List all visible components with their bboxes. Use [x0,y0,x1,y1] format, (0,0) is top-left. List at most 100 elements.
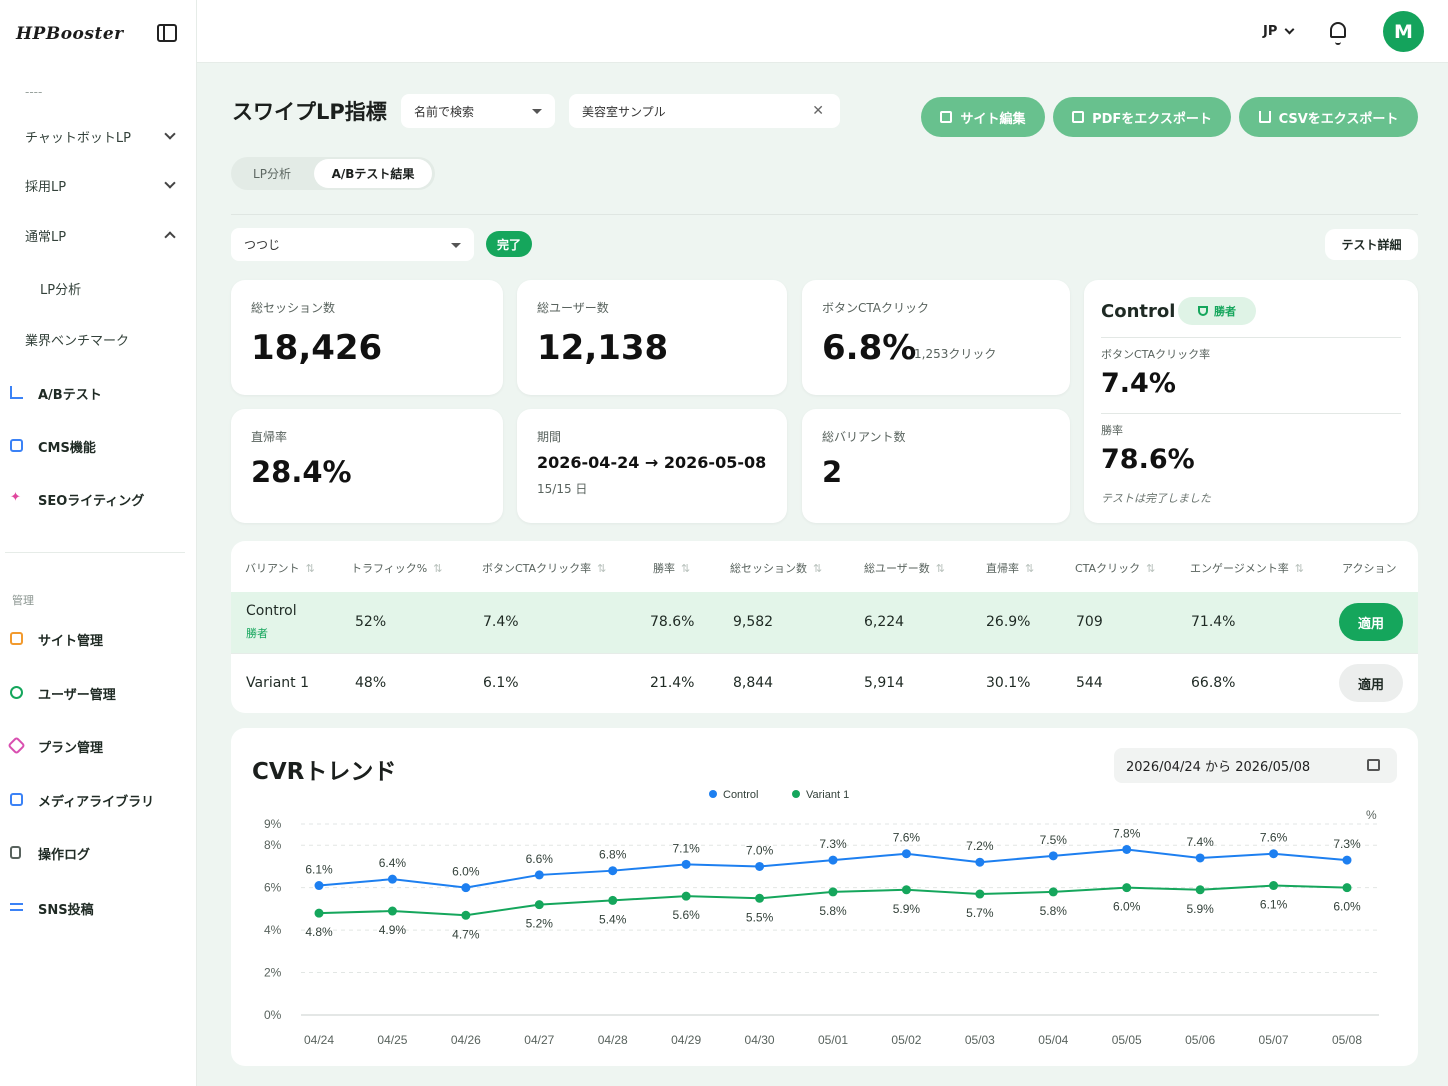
chart-icon [10,386,23,399]
cell-clicks: 709 [1076,614,1103,630]
list-icon [10,903,23,911]
sidebar-item-chatbot-lp[interactable]: チャットボットLP [0,116,197,156]
sidebar-item-site-admin[interactable]: サイト管理 [0,619,197,659]
table-header[interactable]: 総セッション数 ⇅ [730,560,822,576]
stat-label: ボタンCTAクリック [822,301,929,315]
data-point [828,855,838,865]
data-label: 5.9% [893,902,921,916]
table-header[interactable]: 勝率 ⇅ [653,560,690,576]
chevron-up-icon [164,231,176,243]
data-point [755,893,765,903]
data-point [1195,853,1205,863]
data-label: 6.0% [1333,900,1361,914]
table-header[interactable]: 総ユーザー数 ⇅ [864,560,945,576]
data-label: 6.0% [1113,900,1141,914]
sidebar-item-media[interactable]: メディアライブラリ [0,780,197,820]
data-label: 7.6% [1260,831,1288,845]
test-detail-button[interactable]: テスト詳細 [1325,229,1418,260]
language-selector[interactable]: JP [1263,24,1277,39]
export-pdf-button[interactable]: PDFをエクスポート [1053,97,1231,137]
sidebar-item-logs[interactable]: 操作ログ [0,833,197,873]
data-point [681,891,691,901]
x-tick-label: 04/30 [745,1033,775,1047]
data-label: 4.7% [452,927,480,941]
data-label: 7.0% [746,843,774,857]
data-point [901,885,911,895]
cell-cta-rate: 7.4% [483,614,519,630]
cell-sessions: 9,582 [733,614,774,630]
sidebar-item-label: 採用LP [25,179,67,195]
table-header[interactable]: ボタンCTAクリック率 ⇅ [482,560,606,576]
avatar[interactable]: M [1383,11,1424,52]
tab-lp-analysis[interactable]: LP分析 [235,159,309,188]
export-csv-button[interactable]: CSVをエクスポート [1239,97,1418,137]
cell-win: 78.6% [650,614,695,630]
sidebar-item-label: CMS機能 [38,440,96,456]
close-icon[interactable]: ✕ [812,103,824,119]
sidebar-item-label: チャットボットLP [25,130,131,146]
apply-button[interactable]: 適用 [1339,603,1403,641]
x-tick-label: 04/26 [451,1033,481,1047]
table-header[interactable]: 直帰率 ⇅ [986,560,1034,576]
table-header[interactable]: エンゲージメント率 ⇅ [1190,560,1304,576]
sidebar-item-plan-admin[interactable]: プラン管理 [0,726,197,766]
legend-marker [709,790,717,798]
legend-marker [792,790,800,798]
data-label: 6.0% [452,865,480,879]
data-label: 5.8% [1040,904,1068,918]
site-search-input[interactable]: 美容室サンプル ✕ [569,94,840,128]
sidebar-item-normal-lp[interactable]: 通常LP [0,215,197,255]
document-icon [10,439,23,452]
sidebar-item-user-admin[interactable]: ユーザー管理 [0,673,197,713]
table-header[interactable]: CTAクリック ⇅ [1075,560,1155,576]
tag-icon [7,736,26,755]
sidebar-toggle-icon[interactable] [157,24,177,42]
table-header[interactable]: トラフィック% ⇅ [351,560,442,576]
sidebar-item-sns[interactable]: SNS投稿 [0,888,197,928]
cell-users: 6,224 [864,614,905,630]
status-badge: 完了 [486,231,532,257]
sidebar-item-benchmark[interactable]: 業界ベンチマーク [0,319,197,359]
apply-button[interactable]: 適用 [1339,664,1403,702]
tab-ab-results[interactable]: A/Bテスト結果 [314,159,432,188]
sidebar-item-cms[interactable]: CMS機能 [0,426,197,466]
y-tick-label: 8% [264,838,282,852]
sidebar-item-recruit-lp[interactable]: 採用LP [0,165,197,205]
x-tick-label: 04/24 [304,1033,334,1047]
data-point [975,889,985,899]
button-label: CSVをエクスポート [1278,111,1399,127]
cell-bounce: 30.1% [986,675,1031,691]
data-label: 5.7% [966,906,994,920]
edit-site-button[interactable]: サイト編集 [921,97,1045,137]
stat-label: 総ユーザー数 [537,301,609,315]
stat-label: 総セッション数 [251,301,336,315]
data-point [975,857,985,867]
sort-icon: ⇅ [1025,562,1035,575]
clipboard-icon [10,846,21,859]
bell-icon[interactable] [1330,22,1346,45]
name-search-select[interactable]: 名前で検索 [401,94,555,128]
winner-name: Control [1101,301,1176,322]
table-row: Variant 1 48% 6.1% 21.4% 8,844 5,914 30.… [231,653,1418,713]
sidebar-item-ab-test[interactable]: A/Bテスト [0,373,197,413]
sidebar-item-seo[interactable]: ✦ SEOライティング [0,479,197,519]
divider [1101,413,1401,414]
logo-text: HPBooster [16,24,124,44]
test-select[interactable]: つつじ [231,228,474,261]
sidebar-item-label: 操作ログ [38,847,91,863]
table-header[interactable]: バリアント ⇅ [245,560,315,576]
stat-card-cta: ボタンCTAクリック 6.8% 1,253クリック [802,280,1070,395]
stat-label: 直帰率 [251,430,288,444]
y-tick-label: 0% [264,1008,282,1022]
cell-engagement: 66.8% [1191,675,1236,691]
table-row: Control 勝者 52% 7.4% 78.6% 9,582 6,224 26… [231,592,1418,653]
sidebar-item-label: メディアライブラリ [38,794,155,810]
stat-value: 78.6% [1101,444,1195,475]
chevron-down-icon[interactable] [1284,24,1295,35]
sidebar-item-lp-analysis[interactable]: LP分析 [0,268,197,308]
copy-icon [1072,111,1085,123]
chevron-down-icon [164,177,176,189]
divider [1101,337,1401,338]
trophy-icon [1198,306,1208,316]
sidebar-item-label: プラン管理 [38,740,104,756]
